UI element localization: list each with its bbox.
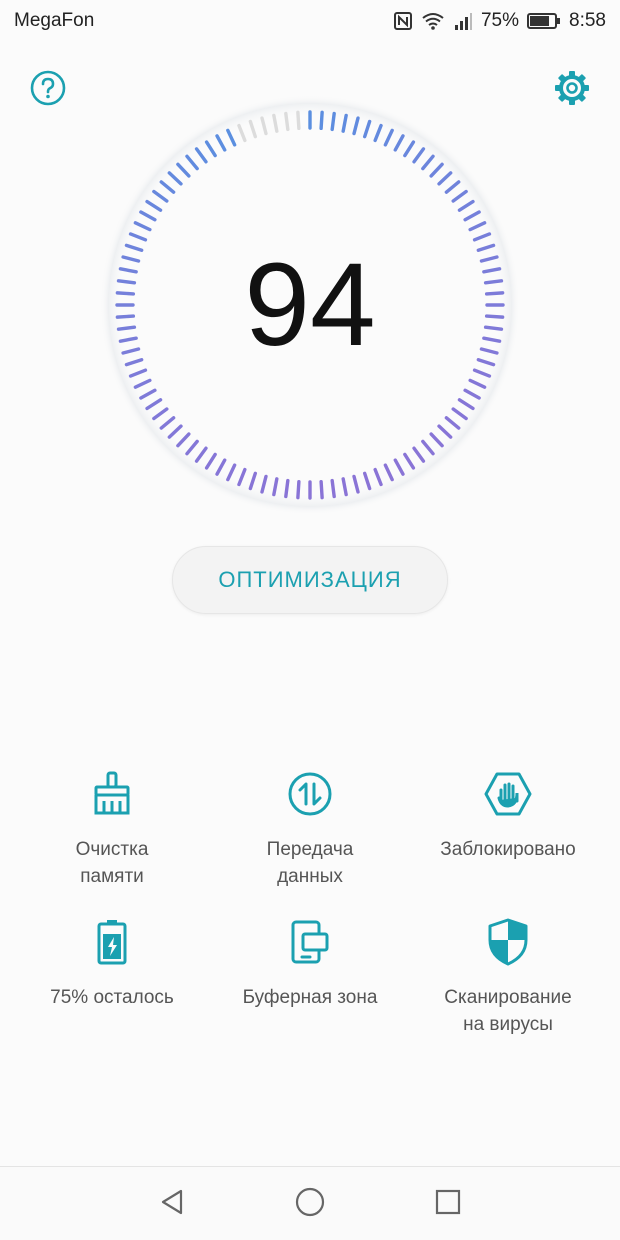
battery-percent: 75% xyxy=(480,10,520,31)
dial-tick-active xyxy=(296,479,301,500)
dial-tick-active xyxy=(319,110,324,131)
optimize-button[interactable]: ОПТИМИЗАЦИЯ xyxy=(172,546,448,614)
dial-tick-active xyxy=(330,478,336,499)
status-bar: MegaFon 75% 8:58 xyxy=(0,0,620,42)
score-value: 94 xyxy=(244,239,376,371)
clock: 8:58 xyxy=(569,10,606,31)
feature-label: Буферная зона xyxy=(242,987,378,1008)
buffer-zone-icon xyxy=(286,918,334,966)
feature-label: Очистка памяти xyxy=(75,839,149,887)
battery-icon xyxy=(88,918,136,966)
nfc-icon xyxy=(393,11,413,31)
feature-label: 75% осталось xyxy=(50,987,174,1008)
feature-data-transfer[interactable]: Передача данных xyxy=(210,770,410,890)
feature-memory-cleanup[interactable]: Очистка памяти xyxy=(12,770,212,890)
feature-label: Сканирование на вирусы xyxy=(444,987,572,1035)
feature-blocked[interactable]: Заблокировано xyxy=(408,770,608,863)
signal-icon xyxy=(453,11,473,31)
gear-icon xyxy=(553,69,591,112)
back-button[interactable] xyxy=(155,1187,189,1221)
wifi-icon xyxy=(421,11,445,31)
recent-apps-button[interactable] xyxy=(431,1187,465,1221)
broom-icon xyxy=(88,770,136,818)
feature-virus-scan[interactable]: Сканирование на вирусы xyxy=(408,918,608,1038)
dial-tick-inactive xyxy=(296,110,301,131)
blocked-hand-icon xyxy=(484,770,532,818)
dial-tick-active xyxy=(284,478,290,499)
dial-tick-inactive xyxy=(284,111,290,132)
feature-label: Заблокировано xyxy=(440,839,576,860)
carrier-name: MegaFon xyxy=(14,10,95,31)
home-circle-icon xyxy=(294,1186,326,1223)
dial-tick-active xyxy=(330,111,336,132)
recent-square-icon xyxy=(433,1187,463,1222)
navigation-bar xyxy=(0,1166,620,1240)
status-indicators: 75% 8:58 xyxy=(393,10,606,32)
optimize-button-label: ОПТИМИЗАЦИЯ xyxy=(218,567,402,592)
shield-icon xyxy=(484,918,532,966)
status-battery-icon xyxy=(527,12,561,30)
home-button[interactable] xyxy=(293,1187,327,1221)
dial-tick-active xyxy=(319,479,324,500)
feature-buffer-zone[interactable]: Буферная зона xyxy=(210,918,410,1011)
feature-label: Передача данных xyxy=(266,839,354,887)
question-mark-icon xyxy=(29,69,67,112)
data-transfer-icon xyxy=(286,770,334,818)
back-triangle-icon xyxy=(157,1187,187,1222)
help-button[interactable] xyxy=(28,70,68,110)
feature-battery[interactable]: 75% осталось xyxy=(12,918,212,1011)
settings-button[interactable] xyxy=(552,70,592,110)
